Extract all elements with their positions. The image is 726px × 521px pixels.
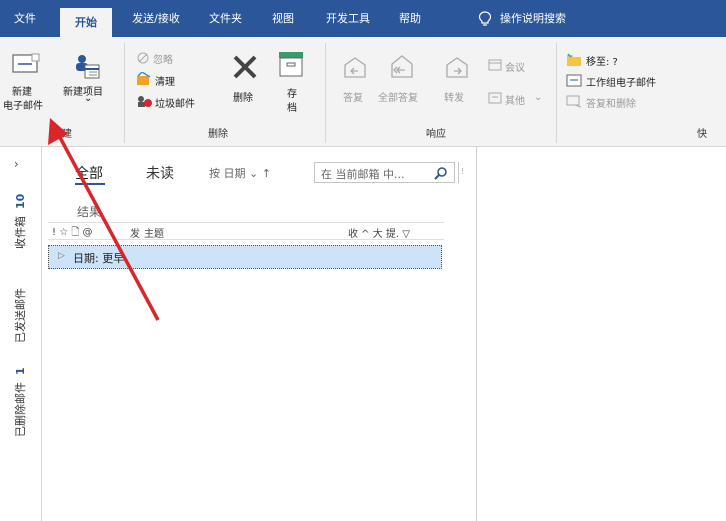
new-items-dropdown-arrow: ⌄ xyxy=(84,93,93,104)
more-respond-button[interactable]: 其他 xyxy=(505,92,525,107)
pane-divider[interactable] xyxy=(476,147,477,521)
column-flags[interactable]: ! ☆ 🗋 @ xyxy=(52,225,93,242)
filter-all[interactable]: 全部 xyxy=(75,163,103,183)
cleanup-icon xyxy=(137,72,151,85)
reply-button[interactable]: 答复 xyxy=(343,89,363,104)
expand-group-icon[interactable]: ▷ xyxy=(58,251,65,261)
tab-file[interactable]: 文件 xyxy=(0,0,50,37)
move-to-folder-icon xyxy=(567,53,581,66)
column-from[interactable]: 发 xyxy=(130,225,140,240)
column-header: ! ☆ 🗋 @ 发 主题 收 ^ 大 提. ▽ xyxy=(48,222,444,240)
envelope-icon xyxy=(12,53,40,73)
search-scope-dropdown[interactable]: ⁝ xyxy=(458,162,468,183)
ribbon: 新建 电子邮件 新建项目 ⌄ 新建 忽略 清理 垃圾邮件 删除 存 档 删除 答… xyxy=(0,37,726,147)
search-icon[interactable] xyxy=(434,166,448,180)
folder-strip: › 收件箱 10 已发送邮件 已删除邮件 1 xyxy=(0,147,42,521)
date-group-row[interactable]: ▷ 日期: 更早 xyxy=(48,245,442,269)
filter-unread[interactable]: 未读 xyxy=(146,163,174,183)
quickstep-reply-delete[interactable]: 答复和删除 xyxy=(586,95,636,110)
folder-inbox[interactable]: 收件箱 10 xyxy=(12,194,28,249)
reply-icon xyxy=(344,57,366,78)
more-respond-icon xyxy=(488,92,502,104)
column-subject[interactable]: 主题 xyxy=(144,225,164,240)
folder-deleted[interactable]: 已删除邮件 1 xyxy=(12,367,28,437)
archive-label-1[interactable]: 存 xyxy=(287,85,297,100)
group-separator xyxy=(124,43,125,143)
folder-deleted-count: 1 xyxy=(14,367,27,375)
ignore-icon xyxy=(137,52,149,64)
junk-button[interactable]: 垃圾邮件 xyxy=(155,95,195,110)
lightbulb-icon xyxy=(478,11,492,26)
tell-me-search[interactable]: 操作说明搜索 xyxy=(498,0,568,37)
new-items-icon xyxy=(76,55,100,79)
meeting-button[interactable]: 会议 xyxy=(505,59,525,74)
new-items-label: 新建项目 xyxy=(63,87,103,98)
tab-view[interactable]: 视图 xyxy=(260,0,306,37)
expand-folder-pane-icon[interactable]: › xyxy=(14,157,19,171)
meeting-icon xyxy=(488,59,502,71)
group-label-respond: 响应 xyxy=(426,129,446,140)
quickstep-move-to[interactable]: 移至: ? xyxy=(586,53,618,68)
reply-delete-icon xyxy=(566,95,582,108)
forward-button[interactable]: 转发 xyxy=(444,89,464,104)
tab-home[interactable]: 开始 xyxy=(60,8,112,37)
team-email-icon xyxy=(566,74,582,87)
tab-send-receive[interactable]: 发送/接收 xyxy=(120,0,192,37)
reply-all-button[interactable]: 全部答复 xyxy=(378,89,418,104)
group-label-delete: 删除 xyxy=(208,129,228,140)
sort-by-date[interactable]: 按 日期 ⌄ ↑ xyxy=(209,165,271,181)
group-label-new: 新建 xyxy=(52,129,72,140)
folder-inbox-label: 收件箱 xyxy=(14,216,27,249)
tab-developer[interactable]: 开发工具 xyxy=(316,0,380,37)
folder-deleted-label: 已删除邮件 xyxy=(14,382,27,437)
group-separator xyxy=(325,43,326,143)
new-email-label-1: 新建 xyxy=(12,87,32,98)
reply-all-icon xyxy=(391,55,413,78)
new-email-label-2: 电子邮件 xyxy=(3,101,43,112)
date-group-label: 日期: 更早 xyxy=(73,252,125,265)
search-input[interactable]: 在 当前邮箱 中... xyxy=(314,162,455,183)
folder-sent[interactable]: 已发送邮件 xyxy=(12,288,28,343)
search-placeholder: 在 当前邮箱 中... xyxy=(321,168,405,181)
filter-all-underline xyxy=(75,183,105,185)
ignore-button[interactable]: 忽略 xyxy=(153,51,173,66)
junk-icon xyxy=(138,96,152,107)
group-label-quick-steps: 快 xyxy=(697,129,707,140)
group-separator xyxy=(556,43,557,143)
delete-button[interactable]: 删除 xyxy=(233,89,253,104)
quickstep-team-email[interactable]: 工作组电子邮件 xyxy=(586,74,656,89)
folder-sent-label: 已发送邮件 xyxy=(14,288,27,343)
tab-help[interactable]: 帮助 xyxy=(388,0,432,37)
folder-inbox-count: 10 xyxy=(14,193,27,209)
results-label: 结果 xyxy=(77,205,102,219)
ribbon-tab-bar: 文件 开始 发送/接收 文件夹 视图 开发工具 帮助 操作说明搜索 xyxy=(0,0,726,37)
delete-icon xyxy=(233,55,257,79)
cleanup-button[interactable]: 清理 xyxy=(155,73,175,88)
archive-label-2[interactable]: 档 xyxy=(287,99,297,114)
archive-icon xyxy=(279,52,303,77)
forward-icon xyxy=(446,57,468,78)
more-respond-dropdown-arrow: ⌄ xyxy=(534,92,543,103)
tab-folder[interactable]: 文件夹 xyxy=(198,0,253,37)
column-received-size[interactable]: 收 ^ 大 提. ▽ xyxy=(348,225,410,240)
